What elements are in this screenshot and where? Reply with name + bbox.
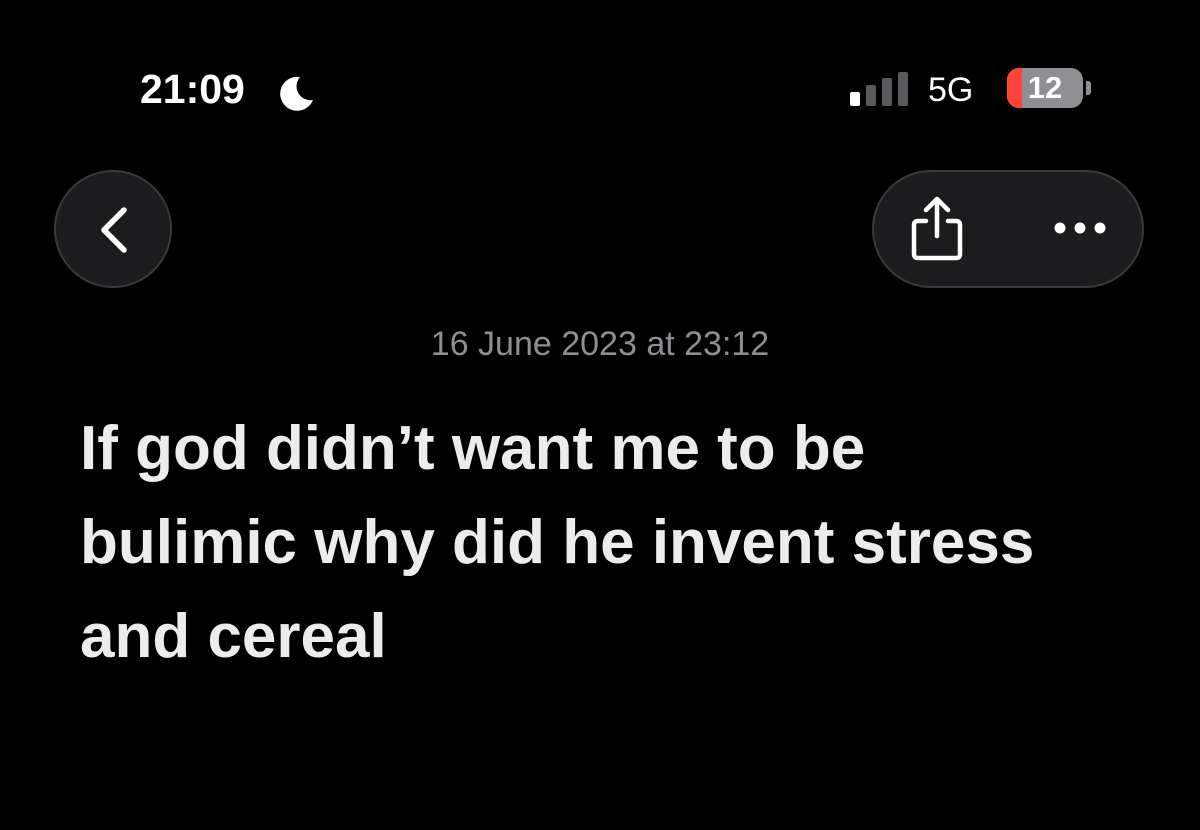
share-icon <box>911 196 963 261</box>
moon-icon <box>280 76 313 111</box>
status-bar: 21:09 5G 12 <box>0 0 1200 150</box>
status-time: 21:09 <box>140 66 245 112</box>
ellipsis-icon <box>1054 222 1106 234</box>
battery-indicator: 12 <box>1007 68 1083 108</box>
cellular-signal-icon <box>850 72 908 106</box>
network-type: 5G <box>928 71 974 109</box>
note-actions-group <box>872 170 1144 288</box>
battery-cap <box>1086 81 1091 95</box>
back-button[interactable] <box>54 170 172 288</box>
note-date: 16 June 2023 at 23:12 <box>430 325 770 363</box>
note-body[interactable]: If god didn’t want me to be bulimic why … <box>80 402 1080 684</box>
share-button[interactable] <box>874 172 999 286</box>
more-button[interactable] <box>1014 172 1142 286</box>
battery-percent: 12 <box>1027 70 1063 105</box>
chevron-left-icon <box>101 207 127 253</box>
